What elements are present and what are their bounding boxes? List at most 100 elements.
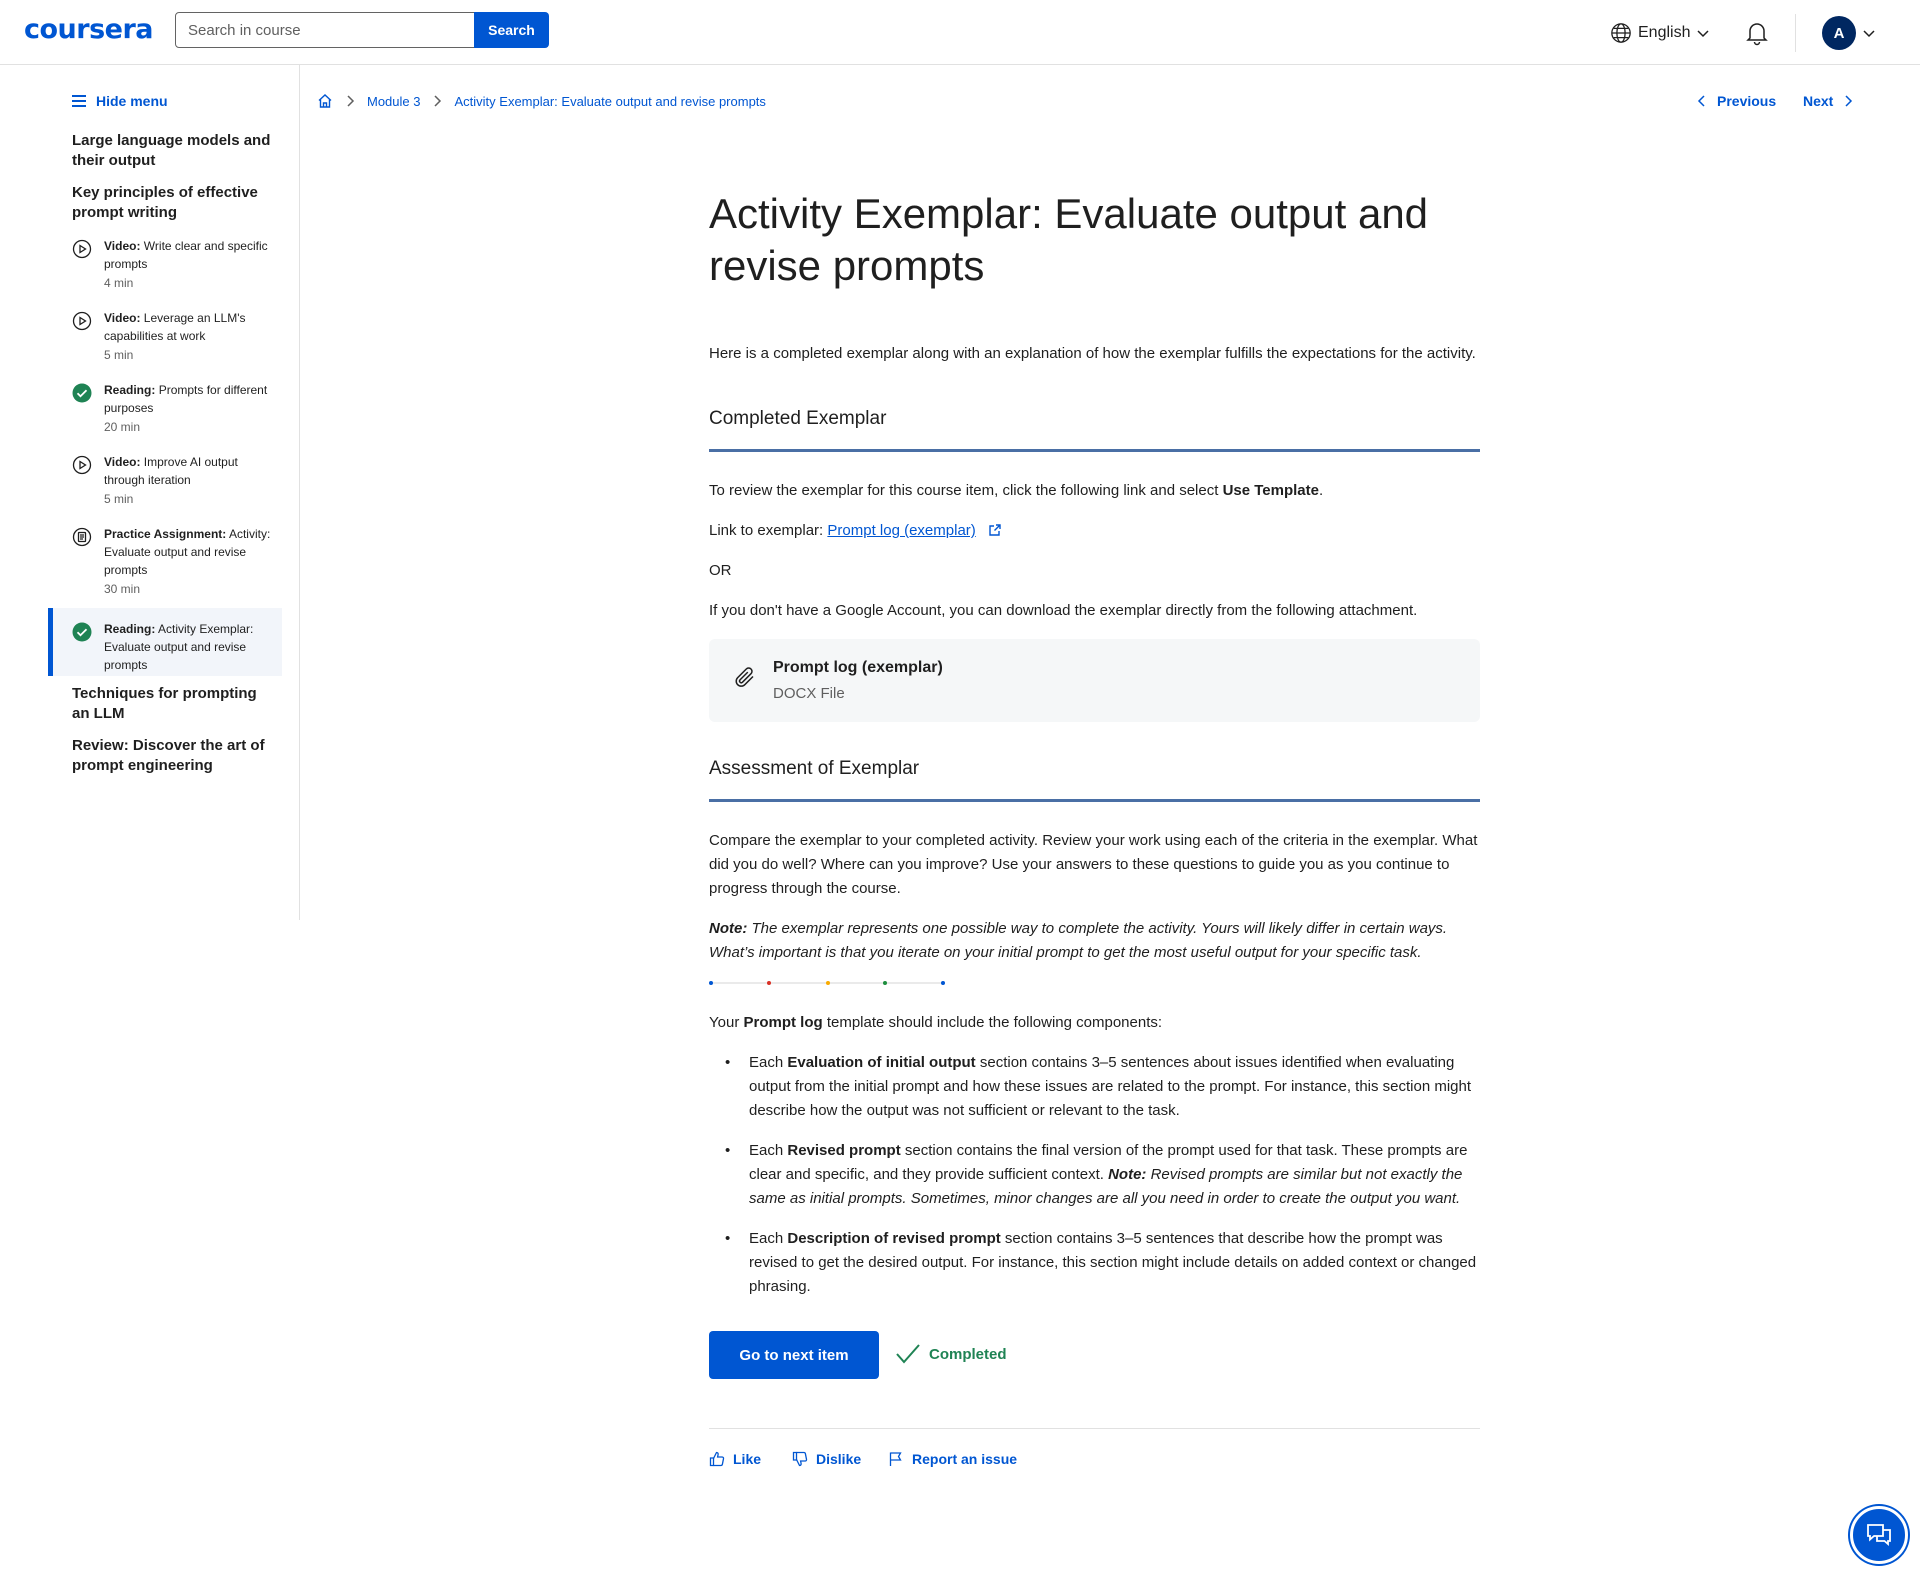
bullet-pre: Each — [749, 1142, 788, 1159]
divider-dot — [709, 981, 713, 985]
section-rule — [709, 449, 1480, 452]
top-header: coursera Search English A — [0, 0, 1920, 65]
list-item: Each Revised prompt section contains the… — [709, 1139, 1480, 1211]
notifications-button[interactable] — [1745, 20, 1769, 51]
item-duration: 20 min — [104, 420, 141, 434]
globe-icon — [1611, 23, 1631, 43]
thumbs-up-icon — [709, 1451, 725, 1467]
template-pre: Your — [709, 1014, 744, 1031]
menu-icon — [72, 95, 86, 107]
bullet-bold: Description of revised prompt — [787, 1230, 1001, 1247]
thumbs-down-icon — [792, 1451, 808, 1467]
sidebar-item-video-clear-prompts[interactable]: Video: Write clear and specific prompts 4… — [48, 237, 282, 297]
home-icon[interactable] — [317, 93, 333, 109]
section-rule — [709, 799, 1480, 802]
language-label: English — [1638, 24, 1691, 41]
sidebar-item-video-llm-capabilities[interactable]: Video: Leverage an LLM's capabilities at… — [48, 309, 282, 369]
item-kind: Video: — [104, 455, 141, 469]
item-duration: 30 min — [104, 582, 141, 596]
item-duration: 5 min — [104, 348, 134, 362]
sidebar-item-video-improve-output[interactable]: Video: Improve AI output through iterati… — [48, 453, 282, 513]
attachment-card[interactable]: Prompt log (exemplar) DOCX File — [709, 639, 1480, 722]
sidebar-section-review[interactable]: Review: Discover the art of prompt engin… — [72, 736, 272, 776]
chat-support-button[interactable] — [1850, 1506, 1908, 1564]
completed-label: Completed — [929, 1345, 1007, 1363]
play-icon — [72, 311, 92, 331]
item-kind: Reading: — [104, 383, 156, 397]
next-label: Next — [1803, 93, 1834, 109]
external-link-icon[interactable] — [988, 523, 1002, 537]
chat-icon — [1867, 1524, 1891, 1546]
completed-status: Completed — [895, 1343, 1007, 1365]
bullet-bold: Revised prompt — [787, 1142, 901, 1159]
sidebar-section-techniques[interactable]: Techniques for prompting an LLM — [72, 684, 272, 724]
review-pre: To review the exemplar for this course i… — [709, 482, 1223, 499]
list-item: Each Evaluation of initial output sectio… — [709, 1051, 1480, 1123]
breadcrumb-module[interactable]: Module 3 — [367, 94, 420, 109]
hide-menu-label: Hide menu — [96, 93, 168, 109]
language-selector[interactable]: English — [1610, 22, 1710, 44]
item-duration: 5 min — [104, 492, 134, 506]
attachment-type: DOCX File — [773, 685, 845, 702]
completed-exemplar-heading: Completed Exemplar — [709, 408, 887, 429]
list-item: Each Description of revised prompt secti… — [709, 1227, 1480, 1299]
template-intro: Your Prompt log template should include … — [709, 1011, 1480, 1035]
or-text: OR — [709, 562, 732, 579]
intro-text: Here is a completed exemplar along with … — [709, 345, 1476, 362]
sidebar-item-activity-exemplar[interactable]: Reading: Activity Exemplar: Evaluate out… — [48, 608, 282, 676]
sidebar-item-practice-assignment[interactable]: Practice Assignment: Activity: Evaluate … — [48, 525, 282, 603]
chevron-left-icon — [1697, 95, 1705, 107]
bullet-note-label: Note: — [1108, 1166, 1147, 1183]
no-google-text: If you don't have a Google Account, you … — [709, 602, 1418, 619]
hide-menu-button[interactable]: Hide menu — [72, 93, 168, 109]
coursera-logo[interactable]: coursera — [24, 14, 154, 45]
next-nav-button[interactable]: Next — [1803, 93, 1855, 109]
compare-text: Compare the exemplar to your completed a… — [709, 832, 1478, 897]
note-text: The exemplar represents one possible way… — [709, 920, 1448, 961]
sidebar-section-principles[interactable]: Key principles of effective prompt writi… — [72, 183, 272, 223]
report-label: Report an issue — [912, 1451, 1018, 1467]
note-label: Note: — [709, 920, 748, 937]
paperclip-icon — [735, 667, 754, 687]
divider-dot — [883, 981, 887, 985]
link-label: Link to exemplar: — [709, 522, 828, 539]
course-sidebar: Hide menu Large language models and thei… — [0, 65, 300, 920]
checkmark-icon — [896, 1344, 920, 1364]
template-post: template should include the following co… — [822, 1014, 1163, 1031]
item-kind: Reading: — [104, 622, 156, 636]
avatar[interactable]: A — [1822, 16, 1856, 50]
like-label: Like — [733, 1451, 762, 1467]
completed-check-icon — [72, 383, 92, 403]
report-issue-button[interactable]: Report an issue — [888, 1451, 1017, 1467]
header-divider — [1795, 14, 1796, 52]
bullet-pre: Each — [749, 1230, 788, 1247]
go-to-next-item-button[interactable]: Go to next item — [709, 1331, 879, 1379]
search-input[interactable] — [175, 12, 475, 48]
bullet-pre: Each — [749, 1054, 788, 1071]
breadcrumb-current[interactable]: Activity Exemplar: Evaluate output and r… — [454, 94, 765, 109]
play-icon — [72, 239, 92, 259]
previous-button[interactable]: Previous — [1695, 93, 1776, 109]
exemplar-link[interactable]: Prompt log (exemplar) — [827, 522, 975, 539]
bullet-bold: Evaluation of initial output — [787, 1054, 976, 1071]
dislike-button[interactable]: Dislike — [792, 1451, 861, 1467]
exemplar-link-line: Link to exemplar: Prompt log (exemplar) — [709, 519, 1480, 543]
like-button[interactable]: Like — [709, 1451, 761, 1467]
item-kind: Practice Assignment: — [104, 527, 227, 541]
chevron-down-icon — [1697, 30, 1710, 38]
review-post: . — [1319, 482, 1324, 499]
sidebar-section-llm[interactable]: Large language models and their output — [72, 131, 272, 171]
chevron-right-icon — [343, 94, 357, 108]
review-instructions: To review the exemplar for this course i… — [709, 479, 1480, 503]
chevron-down-icon[interactable] — [1862, 26, 1876, 40]
play-icon — [72, 455, 92, 475]
assessment-heading: Assessment of Exemplar — [709, 758, 920, 779]
note-paragraph: Note: The exemplar represents one possib… — [709, 917, 1480, 965]
divider-dot — [826, 981, 830, 985]
sidebar-item-reading-prompts-purposes[interactable]: Reading: Prompts for different purposes 2… — [48, 381, 282, 441]
page-title: Activity Exemplar: Evaluate output and r… — [709, 190, 1429, 289]
chevron-right-icon — [1845, 95, 1853, 107]
breadcrumb: Module 3 Activity Exemplar: Evaluate out… — [317, 93, 766, 109]
search-button[interactable]: Search — [474, 12, 549, 48]
components-list: Each Evaluation of initial output sectio… — [709, 1051, 1480, 1315]
